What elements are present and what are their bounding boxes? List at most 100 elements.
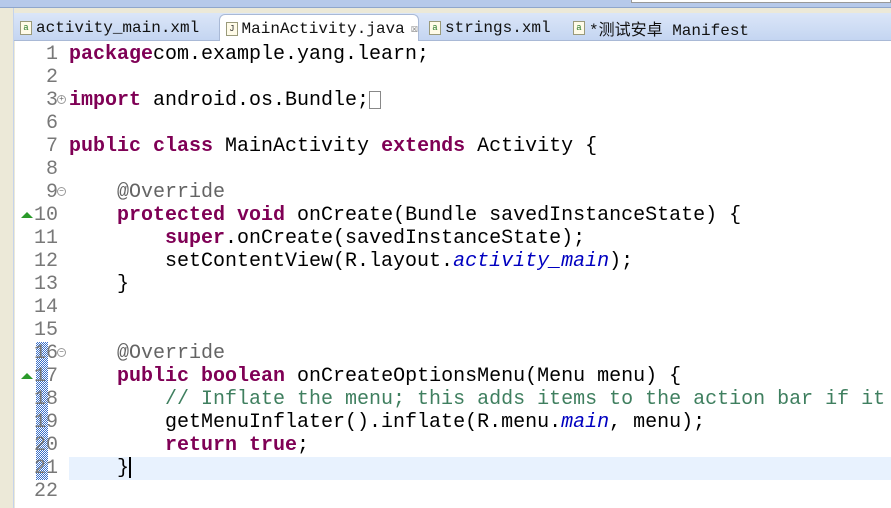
collapse-fold-icon[interactable]: − — [57, 187, 66, 196]
code-token: , menu); — [609, 411, 706, 434]
code-line[interactable]: 11 super.onCreate(savedInstanceState); — [15, 227, 891, 250]
collapsed-code-box[interactable] — [369, 90, 382, 109]
tab-label: strings.xml — [445, 18, 551, 37]
line-number: 15 — [33, 319, 58, 342]
code-text: protected void onCreate(Bundle savedInst… — [69, 204, 741, 227]
line-number: 19 — [33, 411, 58, 434]
code-token: public class — [69, 135, 214, 158]
line-number: 11 — [33, 227, 58, 250]
code-line[interactable]: 18 // Inflate the menu; this adds items … — [15, 388, 891, 411]
line-number: 21 — [33, 457, 58, 480]
code-line[interactable]: 9− @Override — [15, 181, 891, 204]
code-token: getMenuInflater().inflate(R.menu. — [69, 411, 562, 434]
code-line[interactable]: 2 — [15, 66, 891, 89]
code-line[interactable]: 20 return true; — [15, 434, 891, 457]
code-text: import android.os.Bundle; — [69, 89, 382, 112]
code-token: com.example.yang.learn; — [153, 43, 430, 66]
line-number: 13 — [33, 273, 58, 296]
collapse-fold-icon[interactable]: − — [57, 348, 66, 357]
code-text: @Override — [69, 342, 225, 365]
code-text: packagecom.example.yang.learn; — [69, 43, 429, 66]
tab-label: *测试安卓 Manifest — [589, 21, 750, 40]
line-number: 9 — [45, 181, 58, 204]
code-token: public boolean — [117, 365, 286, 388]
line-number: 14 — [33, 296, 58, 319]
code-text: // Inflate the menu; this adds items to … — [69, 388, 885, 411]
code-text: public boolean onCreateOptionsMenu(Menu … — [69, 365, 681, 388]
code-editor[interactable]: 1 packagecom.example.yang.learn; 2 3 + import… — [15, 41, 891, 508]
code-line[interactable]: 1 packagecom.example.yang.learn; — [15, 43, 891, 66]
tab-activity-main-xml[interactable]: a activity_main.xml — [14, 14, 214, 41]
code-token: MainActivity — [213, 135, 382, 158]
line-number: 2 — [45, 66, 58, 89]
code-line[interactable]: 10 protected void onCreate(Bundle savedI… — [15, 204, 891, 227]
code-text: return true; — [69, 434, 309, 457]
code-token: } — [69, 273, 130, 296]
quick-access-box[interactable] — [631, 0, 891, 3]
line-number: 3 — [45, 89, 58, 112]
code-token: super — [165, 227, 226, 250]
line-number: 7 — [45, 135, 58, 158]
code-line[interactable]: 12 setContentView(R.layout.activity_main… — [15, 250, 891, 273]
code-token: setContentView(R.layout. — [69, 250, 454, 273]
code-token: activity_main — [453, 250, 610, 273]
code-token: extends — [381, 135, 466, 158]
code-text: } — [69, 457, 891, 480]
line-number: 12 — [33, 250, 58, 273]
tab-mainactivity-java[interactable]: J MainActivity.java ☒ — [219, 14, 419, 42]
code-token: android.os.Bundle; — [141, 89, 370, 112]
code-token: Activity { — [465, 135, 598, 158]
code-line[interactable]: 7 public class MainActivity extends Activ… — [15, 135, 891, 158]
code-line[interactable]: 17 public boolean onCreateOptionsMenu(Me… — [15, 365, 891, 388]
code-line[interactable]: 6 — [15, 112, 891, 135]
code-token: return true — [165, 434, 298, 457]
tab-label: activity_main.xml — [36, 18, 200, 37]
code-line[interactable]: 8 — [15, 158, 891, 181]
left-panel-edge — [0, 8, 14, 508]
code-token: onCreate(Bundle savedInstanceState) { — [285, 204, 742, 227]
code-line[interactable]: 13 } — [15, 273, 891, 296]
override-marker-icon — [21, 212, 33, 218]
code-text: } — [69, 273, 129, 296]
editor-tab-bar: a activity_main.xml J MainActivity.java ☒ a st… — [14, 13, 891, 42]
tab-label: MainActivity.java — [241, 19, 405, 38]
line-number: 20 — [33, 434, 58, 457]
code-token: @Override — [117, 181, 226, 204]
line-number: 16 — [33, 342, 58, 365]
code-line[interactable]: 21 } — [15, 457, 891, 480]
code-line[interactable]: 3 + import android.os.Bundle; — [15, 89, 891, 112]
expand-fold-icon[interactable]: + — [57, 95, 66, 104]
code-line[interactable]: 19 getMenuInflater().inflate(R.menu.main… — [15, 411, 891, 434]
override-marker-icon — [21, 373, 33, 379]
line-number: 18 — [33, 388, 58, 411]
code-token: import — [69, 89, 142, 112]
line-number: 8 — [45, 158, 58, 181]
code-text: getMenuInflater().inflate(R.menu.main, m… — [69, 411, 705, 434]
tab--manifest[interactable]: a *测试安卓 Manifest — [567, 14, 787, 41]
java-file-icon: J — [226, 21, 238, 36]
code-text: public class MainActivity extends Activi… — [69, 135, 597, 158]
close-tab-icon[interactable]: ☒ — [411, 21, 418, 36]
code-token: main — [561, 411, 610, 434]
tab-strings-xml[interactable]: a strings.xml — [423, 14, 563, 41]
code-line[interactable]: 16− @Override — [15, 342, 891, 365]
code-line[interactable]: 22 — [15, 480, 891, 503]
xml-file-icon: a — [429, 20, 441, 35]
line-number: 22 — [33, 480, 58, 503]
code-line[interactable]: 15 — [15, 319, 891, 342]
code-token: } — [69, 457, 130, 480]
manifest-file-icon: a — [573, 20, 585, 35]
code-token: .onCreate(savedInstanceState); — [225, 227, 586, 250]
code-token: protected void — [117, 204, 286, 227]
code-text: @Override — [69, 181, 225, 204]
code-line[interactable]: 14 — [15, 296, 891, 319]
code-token: ); — [609, 250, 634, 273]
text-cursor — [129, 457, 132, 479]
xml-file-icon: a — [20, 20, 32, 35]
line-number: 1 — [45, 43, 58, 66]
